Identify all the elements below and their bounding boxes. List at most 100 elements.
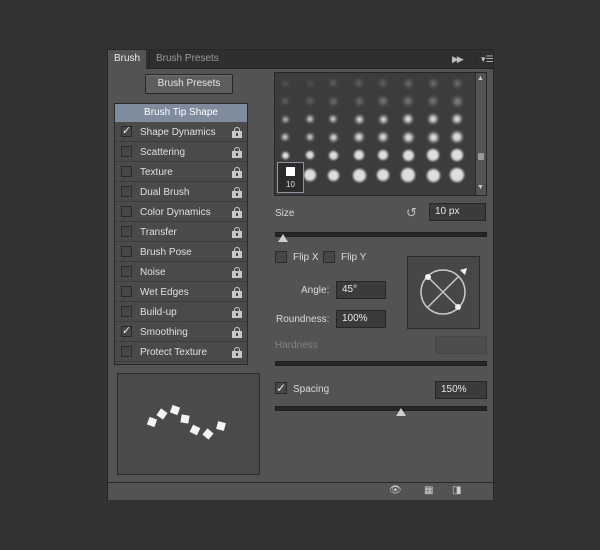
- brush-option-row[interactable]: Texture: [115, 163, 247, 182]
- brush-tip[interactable]: [427, 149, 439, 161]
- flip-y-checkbox[interactable]: [323, 251, 335, 263]
- brush-tip[interactable]: [282, 116, 288, 122]
- option-checkbox[interactable]: [121, 266, 132, 277]
- option-checkbox[interactable]: [121, 186, 132, 197]
- lock-icon[interactable]: [232, 307, 242, 318]
- tips-scrollbar[interactable]: ▲ ▼: [475, 73, 486, 195]
- brush-tip-shape-item[interactable]: Brush Tip Shape: [115, 104, 247, 122]
- lock-icon[interactable]: [232, 347, 242, 358]
- lock-icon[interactable]: [232, 287, 242, 298]
- brush-tip[interactable]: [307, 116, 313, 122]
- angle-roundness-widget[interactable]: [407, 256, 480, 329]
- brush-tip[interactable]: [307, 134, 313, 140]
- brush-tip[interactable]: [428, 132, 438, 142]
- brush-tip[interactable]: [453, 97, 461, 105]
- brush-tip[interactable]: [377, 169, 389, 181]
- brush-tip[interactable]: [450, 168, 464, 182]
- size-slider-thumb[interactable]: [278, 234, 289, 242]
- brush-option-row[interactable]: Dual Brush: [115, 183, 247, 202]
- size-slider[interactable]: [275, 232, 487, 237]
- brush-option-row[interactable]: Transfer: [115, 223, 247, 242]
- brush-tip[interactable]: [283, 81, 287, 85]
- option-checkbox[interactable]: ✓: [121, 126, 132, 137]
- brush-tip[interactable]: [283, 99, 287, 103]
- spacing-field[interactable]: 150%: [435, 381, 487, 399]
- spacing-checkbox[interactable]: ✓: [275, 382, 287, 394]
- scroll-up-icon[interactable]: ▲: [477, 75, 484, 82]
- brush-tip[interactable]: [453, 115, 461, 123]
- selected-brush-tip[interactable]: 10: [277, 162, 304, 193]
- option-checkbox[interactable]: [121, 206, 132, 217]
- size-field[interactable]: 10 px: [429, 203, 486, 221]
- brush-tip[interactable]: [451, 149, 463, 161]
- tab-brush-presets[interactable]: Brush Presets: [149, 50, 225, 68]
- brush-tip[interactable]: [330, 116, 336, 122]
- lock-icon[interactable]: [232, 127, 242, 138]
- brush-tip[interactable]: [330, 98, 336, 104]
- brush-tip[interactable]: [378, 150, 388, 160]
- scroll-down-icon[interactable]: ▼: [477, 184, 484, 191]
- brush-tip[interactable]: [357, 81, 361, 85]
- lock-icon[interactable]: [232, 207, 242, 218]
- spacing-slider-thumb[interactable]: [396, 408, 406, 416]
- brush-tip[interactable]: [454, 80, 460, 86]
- brush-tip[interactable]: [355, 133, 363, 141]
- brush-tip[interactable]: [354, 150, 364, 160]
- brush-tip[interactable]: [405, 98, 411, 104]
- brush-tip[interactable]: [452, 132, 462, 142]
- brush-tip[interactable]: [282, 134, 288, 140]
- reset-size-icon[interactable]: ↺: [406, 205, 417, 221]
- new-brush-icon[interactable]: ◨: [452, 485, 461, 496]
- flip-x-checkbox[interactable]: [275, 251, 287, 263]
- toggle-live-tip-icon[interactable]: 👁: [389, 485, 402, 496]
- brush-tip[interactable]: [381, 81, 385, 85]
- brush-tip[interactable]: [308, 99, 312, 103]
- tab-brush[interactable]: Brush: [108, 50, 147, 69]
- brush-grid-icon[interactable]: ▦: [424, 485, 433, 496]
- brush-presets-button[interactable]: Brush Presets: [145, 74, 233, 94]
- scroll-thumb[interactable]: [478, 153, 484, 160]
- brush-option-row[interactable]: Noise: [115, 263, 247, 282]
- brush-tip[interactable]: [329, 133, 337, 141]
- brush-tip[interactable]: [403, 132, 413, 142]
- brush-tip[interactable]: [430, 98, 436, 104]
- lock-icon[interactable]: [232, 147, 242, 158]
- brush-tip[interactable]: [404, 115, 412, 123]
- option-checkbox[interactable]: [121, 226, 132, 237]
- brush-option-row[interactable]: Brush Pose: [115, 243, 247, 262]
- brush-option-row[interactable]: Color Dynamics: [115, 203, 247, 222]
- brush-tip[interactable]: [304, 169, 316, 181]
- lock-icon[interactable]: [232, 167, 242, 178]
- brush-tip[interactable]: [379, 133, 387, 141]
- brush-option-row[interactable]: Build-up: [115, 303, 247, 322]
- brush-option-row[interactable]: ✓ Smoothing: [115, 323, 247, 342]
- brush-tip[interactable]: [429, 115, 437, 123]
- lock-icon[interactable]: [232, 227, 242, 238]
- option-checkbox[interactable]: [121, 346, 132, 357]
- brush-tip[interactable]: [281, 151, 289, 159]
- brush-option-row[interactable]: Wet Edges: [115, 283, 247, 302]
- option-checkbox[interactable]: [121, 306, 132, 317]
- brush-tip[interactable]: [356, 98, 362, 104]
- roundness-field[interactable]: 100%: [336, 310, 386, 328]
- brush-tip[interactable]: [405, 80, 411, 86]
- brush-tips-grid[interactable]: 10 ▲ ▼: [274, 72, 487, 196]
- option-checkbox[interactable]: [121, 146, 132, 157]
- option-checkbox[interactable]: [121, 286, 132, 297]
- lock-icon[interactable]: [232, 187, 242, 198]
- brush-tip[interactable]: [328, 150, 338, 160]
- option-checkbox[interactable]: ✓: [121, 326, 132, 337]
- angle-field[interactable]: 45°: [336, 281, 386, 299]
- brush-tip[interactable]: [327, 169, 339, 181]
- brush-tip[interactable]: [401, 168, 415, 182]
- lock-icon[interactable]: [232, 267, 242, 278]
- brush-tip[interactable]: [352, 168, 366, 182]
- brush-tip[interactable]: [402, 149, 414, 161]
- lock-icon[interactable]: [232, 247, 242, 258]
- double-arrow-icon[interactable]: ▶▶: [452, 53, 464, 65]
- brush-tip[interactable]: [355, 115, 363, 123]
- brush-tip[interactable]: [379, 115, 387, 123]
- brush-tip[interactable]: [331, 81, 335, 85]
- panel-menu-icon[interactable]: ▾☰: [476, 53, 494, 65]
- option-checkbox[interactable]: [121, 246, 132, 257]
